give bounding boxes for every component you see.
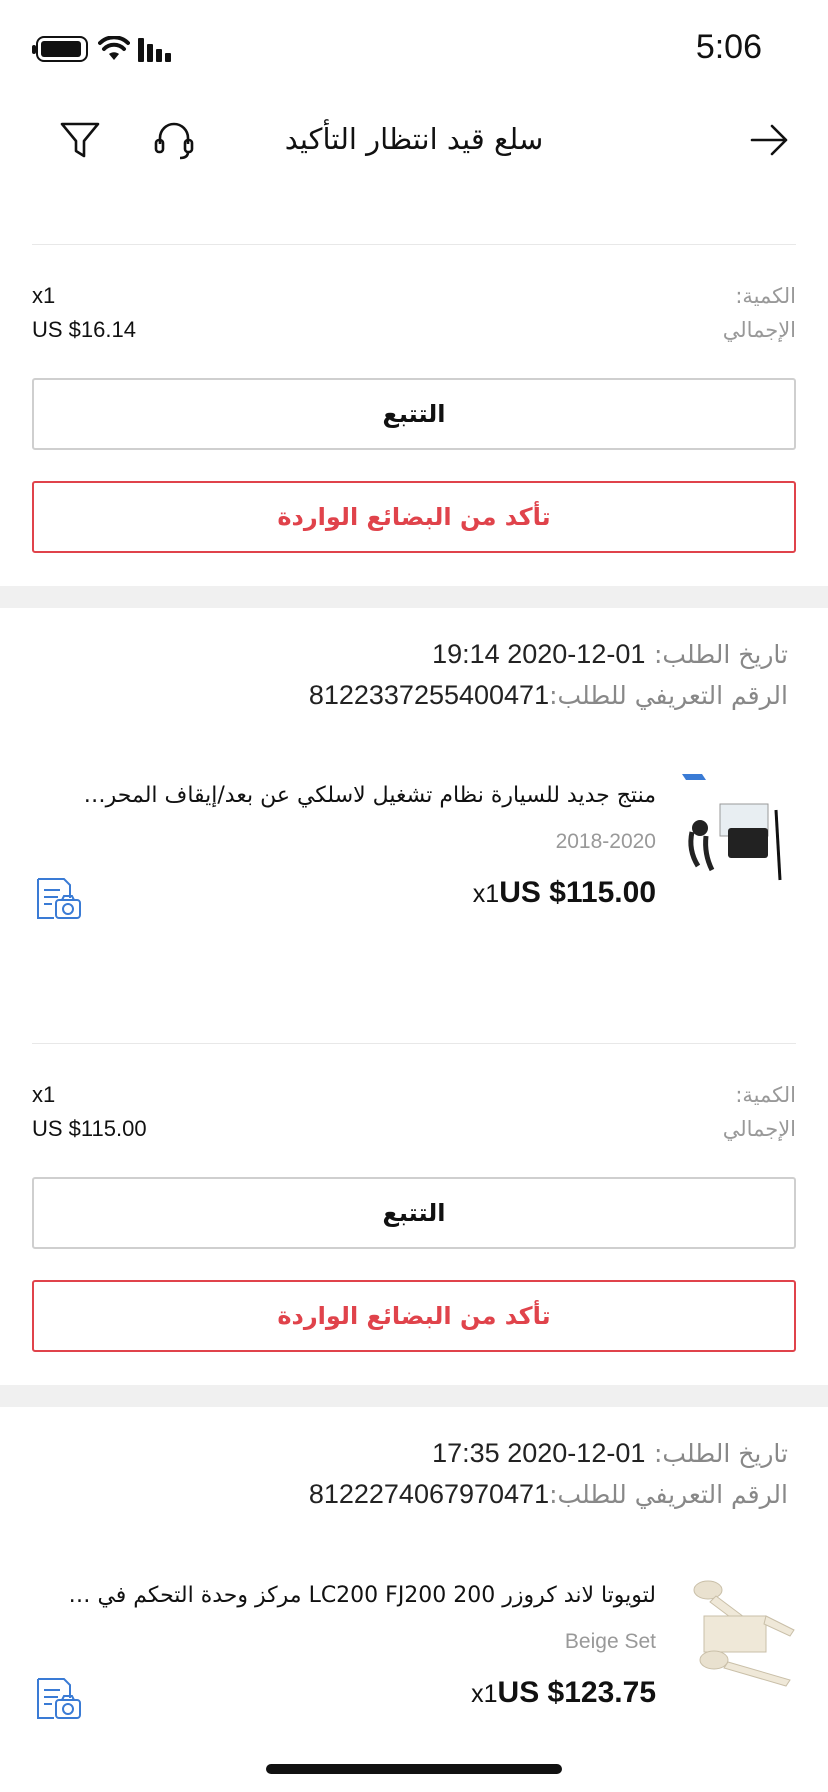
order-date-label: تاريخ الطلب: <box>653 1439 788 1468</box>
product-title[interactable]: منتج جديد للسيارة نظام تشغيل لاسلكي عن ب… <box>66 780 656 812</box>
confirm-receipt-button[interactable]: تأكد من البضائع الواردة <box>32 1280 796 1352</box>
product-title[interactable]: لتويوتا لاند كروزر LC200 FJ200 200 مركز … <box>66 1580 656 1612</box>
product-variant: Beige Set <box>564 1630 656 1653</box>
order-date-value: 01-12-2020 19:14 <box>432 639 646 669</box>
back-arrow-icon[interactable] <box>748 118 792 162</box>
home-indicator[interactable] <box>266 1764 562 1774</box>
status-time: 5:06 <box>695 28 762 66</box>
order-id-label: الرقم التعريفي للطلب: <box>549 1480 788 1509</box>
total-value: US $16.14 <box>32 317 136 342</box>
quantity-label: الكمية: <box>735 1083 796 1107</box>
product-quantity: x1 <box>472 880 500 908</box>
wifi-icon <box>98 36 130 60</box>
track-button[interactable]: التتبع <box>32 378 796 450</box>
section-separator <box>0 1385 828 1407</box>
photo-review-icon[interactable] <box>34 1676 84 1722</box>
total-label: الإجمالي <box>722 318 796 342</box>
battery-icon <box>32 36 88 62</box>
order-date-label: تاريخ الطلب: <box>653 640 788 669</box>
order-summary: x1 US $115.00 الكمية: الإجمالي <box>32 1078 796 1148</box>
product-price: US $123.75 <box>497 1676 656 1709</box>
product-quantity: x1 <box>471 1680 498 1708</box>
product-image <box>678 770 796 888</box>
divider <box>32 1043 796 1044</box>
section-separator <box>0 586 828 608</box>
total-value: US $115.00 <box>32 1116 147 1141</box>
quantity-value: x1 <box>32 1082 56 1107</box>
order-date-value: 01-12-2020 17:35 <box>432 1438 646 1468</box>
order-id-value: 8122274067970471 <box>308 1479 550 1509</box>
photo-review-icon[interactable] <box>34 876 84 922</box>
product-item[interactable]: لتويوتا لاند كروزر LC200 FJ200 200 مركز … <box>32 1570 796 1740</box>
total-label: الإجمالي <box>722 1117 796 1141</box>
product-image <box>678 1570 796 1688</box>
quantity-value: x1 <box>32 283 56 308</box>
product-price: US $115.00 <box>499 876 656 909</box>
confirm-receipt-button[interactable]: تأكد من البضائع الواردة <box>32 481 796 553</box>
product-item[interactable]: منتج جديد للسيارة نظام تشغيل لاسلكي عن ب… <box>32 770 796 940</box>
order-id-label: الرقم التعريفي للطلب: <box>549 681 788 710</box>
product-variant: 2018-2020 <box>555 830 656 853</box>
status-bar: 5:06 <box>0 0 828 96</box>
divider <box>32 244 796 245</box>
order-summary: x1 US $16.14 الكمية: الإجمالي <box>32 279 796 349</box>
nav-bar: سلع قيد انتظار التأكيد <box>0 96 828 188</box>
quantity-label: الكمية: <box>735 284 796 308</box>
page-title: سلع قيد انتظار التأكيد <box>284 122 544 156</box>
track-button[interactable]: التتبع <box>32 1177 796 1249</box>
order-header: تاريخ الطلب: 01-12-2020 19:14 الرقم التع… <box>28 634 788 716</box>
order-header: تاريخ الطلب: 01-12-2020 17:35 الرقم التع… <box>28 1433 788 1515</box>
order-id-value: 8122337255400471 <box>308 680 550 710</box>
signal-icon <box>138 38 178 62</box>
